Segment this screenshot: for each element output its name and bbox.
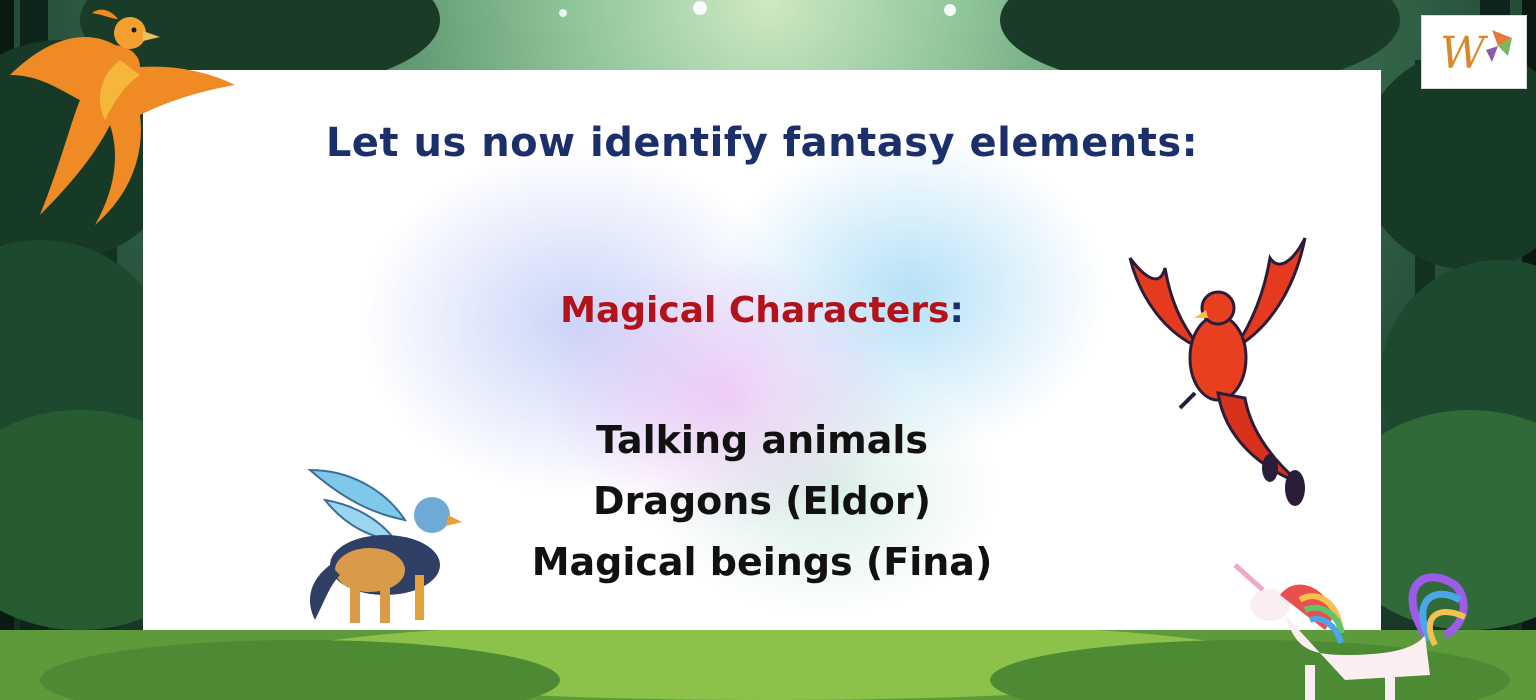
- phoenix-orange-illustration: [10, 9, 235, 225]
- logo-mark: W: [1440, 28, 1512, 79]
- phoenix-red-illustration: [1128, 237, 1307, 506]
- subheading-colon: :: [949, 290, 964, 331]
- griffin-illustration: [307, 468, 462, 623]
- slide-title: Let us now identify fantasy elements:: [325, 120, 1199, 166]
- subheading-label: Magical Characters: [560, 290, 950, 331]
- logo-letter: W: [1440, 28, 1489, 79]
- unicorn-illustration: [1233, 563, 1468, 700]
- brand-logo: W: [1421, 15, 1527, 89]
